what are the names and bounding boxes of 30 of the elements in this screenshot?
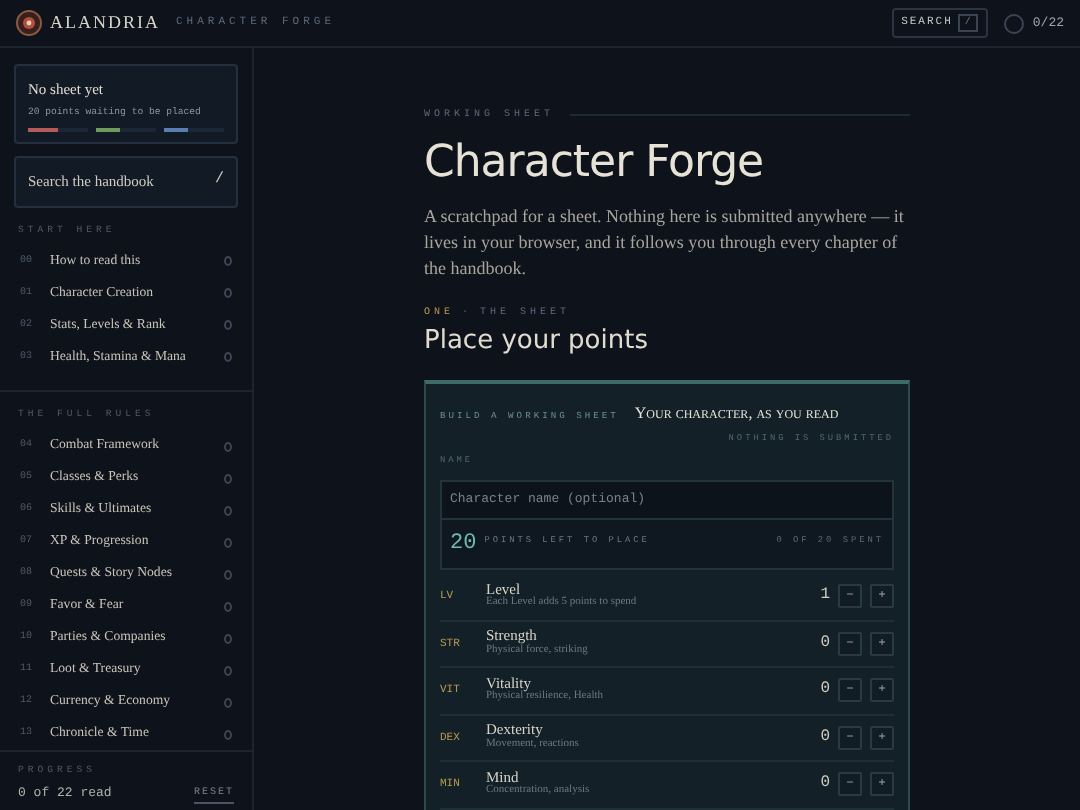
intro-paragraph: A scratchpad for a sheet. Nothing here is submitted anywhere — it lives in your browser, and it follows you through every chapter of the handbook.: [424, 203, 906, 283]
unread-icon: [224, 441, 232, 452]
unread-icon: [224, 633, 232, 644]
unread-icon: [224, 569, 232, 580]
unread-icon: [224, 601, 232, 612]
unread-icon: [224, 665, 232, 676]
stat-bar: [164, 128, 224, 133]
stat-bar: [28, 128, 88, 133]
unread-icon: [224, 697, 232, 708]
stat-bar: [96, 128, 156, 133]
unread-icon: [224, 288, 232, 299]
stat-value: 1: [820, 584, 830, 609]
stat-value: 0: [820, 678, 830, 703]
stat-value: 0: [820, 772, 830, 797]
progress-ring-icon: [1004, 13, 1025, 33]
unread-icon: [224, 537, 232, 548]
unread-icon: [224, 473, 232, 484]
section-title: Place your points: [424, 324, 650, 361]
unread-icon: [224, 352, 232, 363]
logo-icon: [16, 10, 42, 36]
unread-icon: [224, 729, 232, 740]
points-left: 20: [450, 529, 477, 560]
brand-name: ALANDRIA: [50, 9, 160, 36]
card-title: Your character, as you read: [634, 401, 839, 426]
stat-value: 0: [820, 725, 830, 750]
unread-icon: [224, 320, 232, 331]
page-title: Character Forge: [424, 139, 766, 188]
unread-icon: [224, 256, 232, 267]
unread-icon: [224, 505, 232, 516]
stat-value: 0: [820, 631, 830, 656]
